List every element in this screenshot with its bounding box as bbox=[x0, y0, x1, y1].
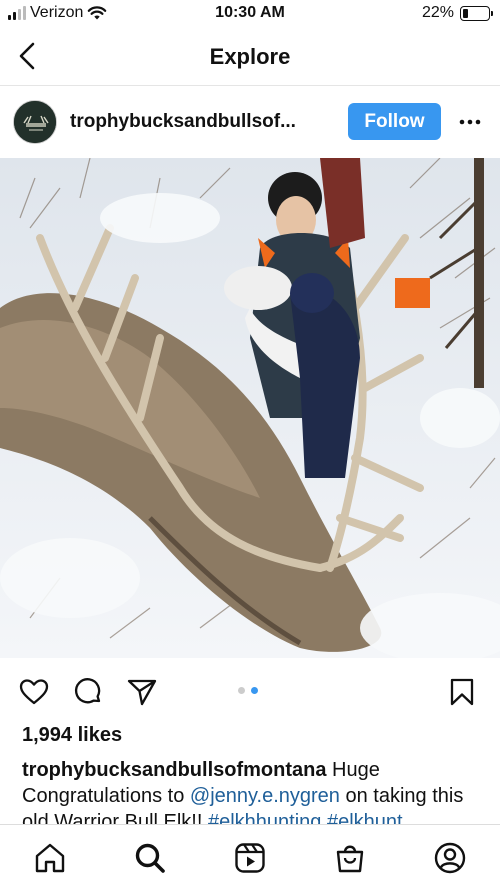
battery-percent: 22% bbox=[421, 4, 454, 21]
profile-icon[interactable] bbox=[433, 841, 467, 875]
caption-mention[interactable]: @jenny.e.nygren bbox=[190, 785, 340, 807]
battery-icon bbox=[460, 5, 493, 21]
like-count[interactable]: 1,994 likes bbox=[22, 724, 122, 747]
reels-icon[interactable] bbox=[233, 841, 267, 875]
post-caption: trophybucksandbullsofmontana Huge Congra… bbox=[22, 757, 484, 824]
avatar[interactable] bbox=[13, 100, 57, 144]
post-header: trophybucksandbullsof... Follow bbox=[0, 86, 500, 158]
battery-level bbox=[463, 8, 469, 18]
explore-header: Explore bbox=[0, 28, 500, 86]
post-photo-image bbox=[0, 158, 500, 658]
post-actions bbox=[0, 668, 500, 714]
share-icon[interactable] bbox=[126, 676, 158, 708]
caption-hashtag[interactable]: #elkhhunting bbox=[208, 811, 321, 824]
caption-hashtag[interactable]: #elkhunt bbox=[327, 811, 403, 824]
carousel-dot-active bbox=[251, 687, 258, 694]
caption-username[interactable]: trophybucksandbullsofmontana bbox=[22, 759, 326, 781]
avatar-logo-icon bbox=[14, 101, 56, 143]
page-title: Explore bbox=[209, 44, 291, 69]
post-photo[interactable] bbox=[0, 158, 500, 658]
carousel-indicator bbox=[238, 687, 258, 694]
carousel-dot bbox=[238, 687, 245, 694]
search-icon[interactable] bbox=[133, 841, 167, 875]
more-horizontal-icon[interactable] bbox=[458, 112, 482, 132]
comment-icon[interactable] bbox=[72, 676, 104, 708]
heart-icon[interactable] bbox=[18, 676, 50, 708]
home-icon[interactable] bbox=[33, 841, 67, 875]
post-username[interactable]: trophybucksandbullsof... bbox=[70, 111, 296, 133]
bookmark-icon[interactable] bbox=[446, 676, 478, 708]
status-bar: Verizon 10:30 AM 22% bbox=[0, 0, 500, 28]
battery-group: 22% bbox=[421, 4, 493, 22]
shop-icon[interactable] bbox=[333, 841, 367, 875]
bottom-nav bbox=[0, 824, 500, 890]
follow-button[interactable]: Follow bbox=[348, 103, 441, 140]
